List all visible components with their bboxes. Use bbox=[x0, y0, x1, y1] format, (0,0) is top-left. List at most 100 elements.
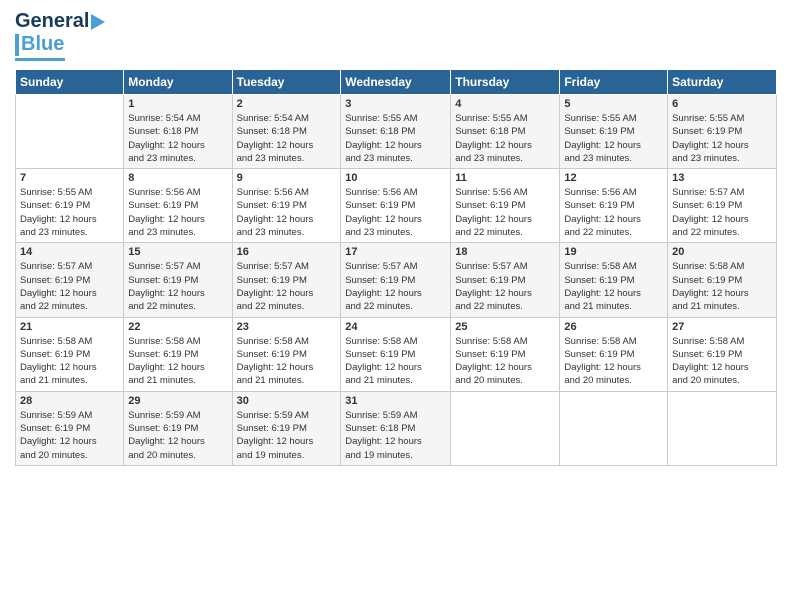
calendar-cell: 2 Sunrise: 5:54 AMSunset: 6:18 PMDaylight… bbox=[232, 95, 341, 169]
day-number: 29 bbox=[128, 395, 227, 407]
day-number: 10 bbox=[345, 172, 446, 184]
calendar-cell: 28 Sunrise: 5:59 AMSunset: 6:19 PMDayligh… bbox=[16, 391, 124, 465]
calendar-cell: 20Sunrise: 5:58 AMSunset: 6:19 PMDayligh… bbox=[668, 243, 777, 317]
calendar-week-row: 7 Sunrise: 5:55 AMSunset: 6:19 PMDaylight… bbox=[16, 169, 777, 243]
calendar-cell: 29 Sunrise: 5:59 AMSunset: 6:19 PMDayligh… bbox=[124, 391, 232, 465]
day-number: 26 bbox=[564, 321, 663, 333]
calendar-cell bbox=[451, 391, 560, 465]
day-info: Sunrise: 5:57 AMSunset: 6:19 PMDaylight:… bbox=[672, 186, 772, 239]
calendar-cell: 16Sunrise: 5:57 AMSunset: 6:19 PMDayligh… bbox=[232, 243, 341, 317]
calendar-cell: 25 Sunrise: 5:58 AMSunset: 6:19 PMDayligh… bbox=[451, 317, 560, 391]
day-info: Sunrise: 5:56 AMSunset: 6:19 PMDaylight:… bbox=[237, 186, 337, 239]
calendar-cell: 11 Sunrise: 5:56 AMSunset: 6:19 PMDayligh… bbox=[451, 169, 560, 243]
day-info: Sunrise: 5:55 AMSunset: 6:18 PMDaylight:… bbox=[455, 112, 555, 165]
col-wednesday: Wednesday bbox=[341, 70, 451, 95]
day-number: 7 bbox=[20, 172, 119, 184]
calendar-cell: 5 Sunrise: 5:55 AMSunset: 6:19 PMDaylight… bbox=[560, 95, 668, 169]
day-info: Sunrise: 5:57 AMSunset: 6:19 PMDaylight:… bbox=[237, 260, 337, 313]
day-info: Sunrise: 5:58 AMSunset: 6:19 PMDaylight:… bbox=[128, 335, 227, 388]
logo-bar bbox=[15, 34, 19, 56]
day-number: 24 bbox=[345, 321, 446, 333]
calendar-cell: 18 Sunrise: 5:57 AMSunset: 6:19 PMDayligh… bbox=[451, 243, 560, 317]
calendar-cell: 6Sunrise: 5:55 AMSunset: 6:19 PMDaylight… bbox=[668, 95, 777, 169]
calendar-table: Sunday Monday Tuesday Wednesday Thursday… bbox=[15, 69, 777, 466]
day-info: Sunrise: 5:58 AMSunset: 6:19 PMDaylight:… bbox=[237, 335, 337, 388]
calendar-cell: 22 Sunrise: 5:58 AMSunset: 6:19 PMDayligh… bbox=[124, 317, 232, 391]
day-info: Sunrise: 5:58 AMSunset: 6:19 PMDaylight:… bbox=[20, 335, 119, 388]
calendar-cell: 21 Sunrise: 5:58 AMSunset: 6:19 PMDayligh… bbox=[16, 317, 124, 391]
day-info: Sunrise: 5:58 AMSunset: 6:19 PMDaylight:… bbox=[672, 260, 772, 313]
day-number: 8 bbox=[128, 172, 227, 184]
day-number: 13 bbox=[672, 172, 772, 184]
day-info: Sunrise: 5:57 AMSunset: 6:19 PMDaylight:… bbox=[128, 260, 227, 313]
day-info: Sunrise: 5:55 AMSunset: 6:19 PMDaylight:… bbox=[672, 112, 772, 165]
calendar-cell: 23 Sunrise: 5:58 AMSunset: 6:19 PMDayligh… bbox=[232, 317, 341, 391]
logo-underline bbox=[15, 58, 65, 61]
day-info: Sunrise: 5:57 AMSunset: 6:19 PMDaylight:… bbox=[20, 260, 119, 313]
calendar-cell: 10 Sunrise: 5:56 AMSunset: 6:19 PMDayligh… bbox=[341, 169, 451, 243]
day-info: Sunrise: 5:59 AMSunset: 6:18 PMDaylight:… bbox=[345, 409, 446, 462]
calendar-cell bbox=[16, 95, 124, 169]
col-sunday: Sunday bbox=[16, 70, 124, 95]
header: General Blue bbox=[15, 10, 777, 61]
day-info: Sunrise: 5:59 AMSunset: 6:19 PMDaylight:… bbox=[128, 409, 227, 462]
col-friday: Friday bbox=[560, 70, 668, 95]
day-number: 1 bbox=[128, 98, 227, 110]
calendar-cell: 14 Sunrise: 5:57 AMSunset: 6:19 PMDayligh… bbox=[16, 243, 124, 317]
day-info: Sunrise: 5:58 AMSunset: 6:19 PMDaylight:… bbox=[564, 260, 663, 313]
day-number: 4 bbox=[455, 98, 555, 110]
day-info: Sunrise: 5:55 AMSunset: 6:19 PMDaylight:… bbox=[564, 112, 663, 165]
day-info: Sunrise: 5:58 AMSunset: 6:19 PMDaylight:… bbox=[345, 335, 446, 388]
day-info: Sunrise: 5:56 AMSunset: 6:19 PMDaylight:… bbox=[564, 186, 663, 239]
day-number: 28 bbox=[20, 395, 119, 407]
day-info: Sunrise: 5:56 AMSunset: 6:19 PMDaylight:… bbox=[128, 186, 227, 239]
day-info: Sunrise: 5:56 AMSunset: 6:19 PMDaylight:… bbox=[455, 186, 555, 239]
day-info: Sunrise: 5:59 AMSunset: 6:19 PMDaylight:… bbox=[20, 409, 119, 462]
calendar-cell: 19Sunrise: 5:58 AMSunset: 6:19 PMDayligh… bbox=[560, 243, 668, 317]
day-number: 11 bbox=[455, 172, 555, 184]
day-info: Sunrise: 5:57 AMSunset: 6:19 PMDaylight:… bbox=[345, 260, 446, 313]
logo: General Blue bbox=[15, 10, 105, 61]
day-info: Sunrise: 5:55 AMSunset: 6:19 PMDaylight:… bbox=[20, 186, 119, 239]
calendar-cell: 9Sunrise: 5:56 AMSunset: 6:19 PMDaylight… bbox=[232, 169, 341, 243]
calendar-cell: 15 Sunrise: 5:57 AMSunset: 6:19 PMDayligh… bbox=[124, 243, 232, 317]
day-number: 25 bbox=[455, 321, 555, 333]
calendar-cell: 24 Sunrise: 5:58 AMSunset: 6:19 PMDayligh… bbox=[341, 317, 451, 391]
header-row: Sunday Monday Tuesday Wednesday Thursday… bbox=[16, 70, 777, 95]
day-info: Sunrise: 5:58 AMSunset: 6:19 PMDaylight:… bbox=[455, 335, 555, 388]
day-number: 31 bbox=[345, 395, 446, 407]
col-saturday: Saturday bbox=[668, 70, 777, 95]
col-thursday: Thursday bbox=[451, 70, 560, 95]
day-number: 23 bbox=[237, 321, 337, 333]
day-info: Sunrise: 5:56 AMSunset: 6:19 PMDaylight:… bbox=[345, 186, 446, 239]
day-number: 21 bbox=[20, 321, 119, 333]
calendar-cell: 12Sunrise: 5:56 AMSunset: 6:19 PMDayligh… bbox=[560, 169, 668, 243]
calendar-cell: 1 Sunrise: 5:54 AMSunset: 6:18 PMDaylight… bbox=[124, 95, 232, 169]
calendar-week-row: 1 Sunrise: 5:54 AMSunset: 6:18 PMDaylight… bbox=[16, 95, 777, 169]
day-number: 5 bbox=[564, 98, 663, 110]
calendar-week-row: 28 Sunrise: 5:59 AMSunset: 6:19 PMDayligh… bbox=[16, 391, 777, 465]
day-number: 2 bbox=[237, 98, 337, 110]
calendar-cell: 17Sunrise: 5:57 AMSunset: 6:19 PMDayligh… bbox=[341, 243, 451, 317]
logo-blue: Blue bbox=[21, 33, 64, 56]
calendar-cell bbox=[560, 391, 668, 465]
day-number: 15 bbox=[128, 246, 227, 258]
day-info: Sunrise: 5:54 AMSunset: 6:18 PMDaylight:… bbox=[128, 112, 227, 165]
day-number: 3 bbox=[345, 98, 446, 110]
day-info: Sunrise: 5:58 AMSunset: 6:19 PMDaylight:… bbox=[564, 335, 663, 388]
col-tuesday: Tuesday bbox=[232, 70, 341, 95]
day-number: 22 bbox=[128, 321, 227, 333]
logo-general: General bbox=[15, 10, 89, 33]
calendar-cell: 7 Sunrise: 5:55 AMSunset: 6:19 PMDaylight… bbox=[16, 169, 124, 243]
day-number: 14 bbox=[20, 246, 119, 258]
day-number: 27 bbox=[672, 321, 772, 333]
day-number: 18 bbox=[455, 246, 555, 258]
calendar-week-row: 21 Sunrise: 5:58 AMSunset: 6:19 PMDayligh… bbox=[16, 317, 777, 391]
calendar-week-row: 14 Sunrise: 5:57 AMSunset: 6:19 PMDayligh… bbox=[16, 243, 777, 317]
logo-arrow-icon bbox=[91, 14, 105, 30]
calendar-cell: 3Sunrise: 5:55 AMSunset: 6:18 PMDaylight… bbox=[341, 95, 451, 169]
day-info: Sunrise: 5:57 AMSunset: 6:19 PMDaylight:… bbox=[455, 260, 555, 313]
day-info: Sunrise: 5:54 AMSunset: 6:18 PMDaylight:… bbox=[237, 112, 337, 165]
day-info: Sunrise: 5:58 AMSunset: 6:19 PMDaylight:… bbox=[672, 335, 772, 388]
calendar-cell: 13 Sunrise: 5:57 AMSunset: 6:19 PMDayligh… bbox=[668, 169, 777, 243]
